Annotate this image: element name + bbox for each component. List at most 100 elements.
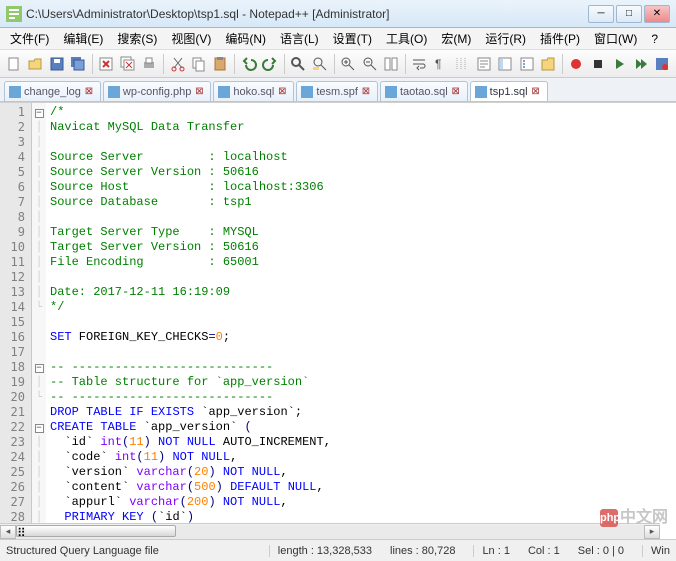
tab-close-icon[interactable]: ⊠ [194,87,204,97]
menu-tools[interactable]: 工具(O) [380,28,433,49]
code-line[interactable]: Target Server Version : 50616 [50,240,676,255]
fold-marker[interactable]: − [32,105,46,120]
close-button[interactable]: ✕ [644,5,670,23]
code-content[interactable]: /*Navicat MySQL Data Transfer Source Serv… [46,103,676,539]
minimize-button[interactable]: ─ [588,5,614,23]
scroll-track[interactable]: ⠿ [16,525,644,539]
menu-help[interactable]: ? [645,30,664,48]
code-line[interactable] [50,345,676,360]
indent-guide-button[interactable] [453,53,472,75]
open-file-button[interactable] [25,53,44,75]
code-line[interactable]: Date: 2017-12-11 16:19:09 [50,285,676,300]
menu-view[interactable]: 视图(V) [165,28,217,49]
tab-close-icon[interactable]: ⊠ [531,87,541,97]
tab-tsp1-sql[interactable]: tsp1.sql⊠ [470,81,548,101]
wordwrap-button[interactable] [410,53,429,75]
tab-hoko-sql[interactable]: hoko.sql⊠ [213,81,294,101]
save-macro-button[interactable] [652,53,671,75]
toolbar-separator [334,54,335,74]
code-line[interactable]: `code` int(11) NOT NULL, [50,450,676,465]
code-line[interactable] [50,315,676,330]
code-line[interactable]: -- Table structure for `app_version` [50,375,676,390]
find-button[interactable] [289,53,308,75]
zoom-in-button[interactable] [339,53,358,75]
fold-marker[interactable]: − [32,420,46,435]
sync-scroll-button[interactable] [381,53,400,75]
menu-window[interactable]: 窗口(W) [588,28,643,49]
tab-taotao-sql[interactable]: taotao.sql⊠ [380,81,468,101]
fold-column[interactable]: −││││││││││││└ −│└ −││││││└ −│└ [32,103,46,539]
code-line[interactable]: Source Server Version : 50616 [50,165,676,180]
scroll-right-arrow[interactable]: ▸ [644,525,660,539]
zoom-out-button[interactable] [360,53,379,75]
play-multi-button[interactable] [631,53,650,75]
file-icon [475,86,487,98]
tab-change-log[interactable]: change_log⊠ [4,81,101,101]
maximize-button[interactable]: □ [616,5,642,23]
menu-search[interactable]: 搜索(S) [111,28,163,49]
menu-language[interactable]: 语言(L) [274,28,325,49]
menu-settings[interactable]: 设置(T) [327,28,378,49]
line-number: 21 [2,405,25,420]
code-line[interactable] [50,270,676,285]
tab-tesm-spf[interactable]: tesm.spf⊠ [296,81,378,101]
editor-area: 1234567891011121314151617181920212223242… [0,102,676,539]
code-line[interactable]: File Encoding : 65001 [50,255,676,270]
replace-button[interactable] [310,53,329,75]
code-line[interactable]: */ [50,300,676,315]
code-line[interactable]: Source Database : tsp1 [50,195,676,210]
user-lang-button[interactable] [474,53,493,75]
code-line[interactable]: `content` varchar(500) DEFAULT NULL, [50,480,676,495]
close-file-button[interactable] [97,53,116,75]
code-line[interactable]: `id` int(11) NOT NULL AUTO_INCREMENT, [50,435,676,450]
code-line[interactable]: DROP TABLE IF EXISTS `app_version`; [50,405,676,420]
window-title: C:\Users\Administrator\Desktop\tsp1.sql … [26,7,588,21]
tab-close-icon[interactable]: ⊠ [361,87,371,97]
code-line[interactable] [50,210,676,225]
code-line[interactable]: `appurl` varchar(200) NOT NULL, [50,495,676,510]
tab-close-icon[interactable]: ⊠ [84,87,94,97]
tab-wp-config-php[interactable]: wp-config.php⊠ [103,81,212,101]
fold-marker [32,330,46,345]
code-line[interactable]: SET FOREIGN_KEY_CHECKS=0; [50,330,676,345]
tab-close-icon[interactable]: ⊠ [451,87,461,97]
copy-button[interactable] [189,53,208,75]
new-file-button[interactable] [4,53,23,75]
code-line[interactable]: Source Host : localhost:3306 [50,180,676,195]
show-all-chars-button[interactable]: ¶ [431,53,450,75]
close-all-button[interactable] [118,53,137,75]
stop-macro-button[interactable] [588,53,607,75]
menu-run[interactable]: 运行(R) [479,28,532,49]
menu-file[interactable]: 文件(F) [4,28,55,49]
cut-button[interactable] [168,53,187,75]
folder-view-button[interactable] [538,53,557,75]
scroll-thumb[interactable]: ⠿ [16,525,176,537]
record-macro-button[interactable] [567,53,586,75]
doc-map-button[interactable] [495,53,514,75]
code-line[interactable]: /* [50,105,676,120]
save-button[interactable] [47,53,66,75]
code-line[interactable] [50,135,676,150]
scroll-left-arrow[interactable]: ◂ [0,525,16,539]
tab-close-icon[interactable]: ⊠ [277,87,287,97]
code-line[interactable]: CREATE TABLE `app_version` ( [50,420,676,435]
redo-button[interactable] [260,53,279,75]
menu-edit[interactable]: 编辑(E) [57,28,109,49]
func-list-button[interactable] [517,53,536,75]
code-line[interactable]: Navicat MySQL Data Transfer [50,120,676,135]
undo-button[interactable] [239,53,258,75]
print-button[interactable] [140,53,159,75]
code-line[interactable]: `version` varchar(20) NOT NULL, [50,465,676,480]
code-line[interactable]: -- ---------------------------- [50,390,676,405]
menu-plugins[interactable]: 插件(P) [534,28,586,49]
menu-macro[interactable]: 宏(M) [435,28,477,49]
menu-encoding[interactable]: 编码(N) [219,28,272,49]
save-all-button[interactable] [68,53,87,75]
play-macro-button[interactable] [610,53,629,75]
fold-marker[interactable]: − [32,360,46,375]
horizontal-scrollbar[interactable]: ◂ ⠿ ▸ [0,523,660,539]
paste-button[interactable] [211,53,230,75]
code-line[interactable]: -- ---------------------------- [50,360,676,375]
code-line[interactable]: Target Server Type : MYSQL [50,225,676,240]
code-line[interactable]: Source Server : localhost [50,150,676,165]
